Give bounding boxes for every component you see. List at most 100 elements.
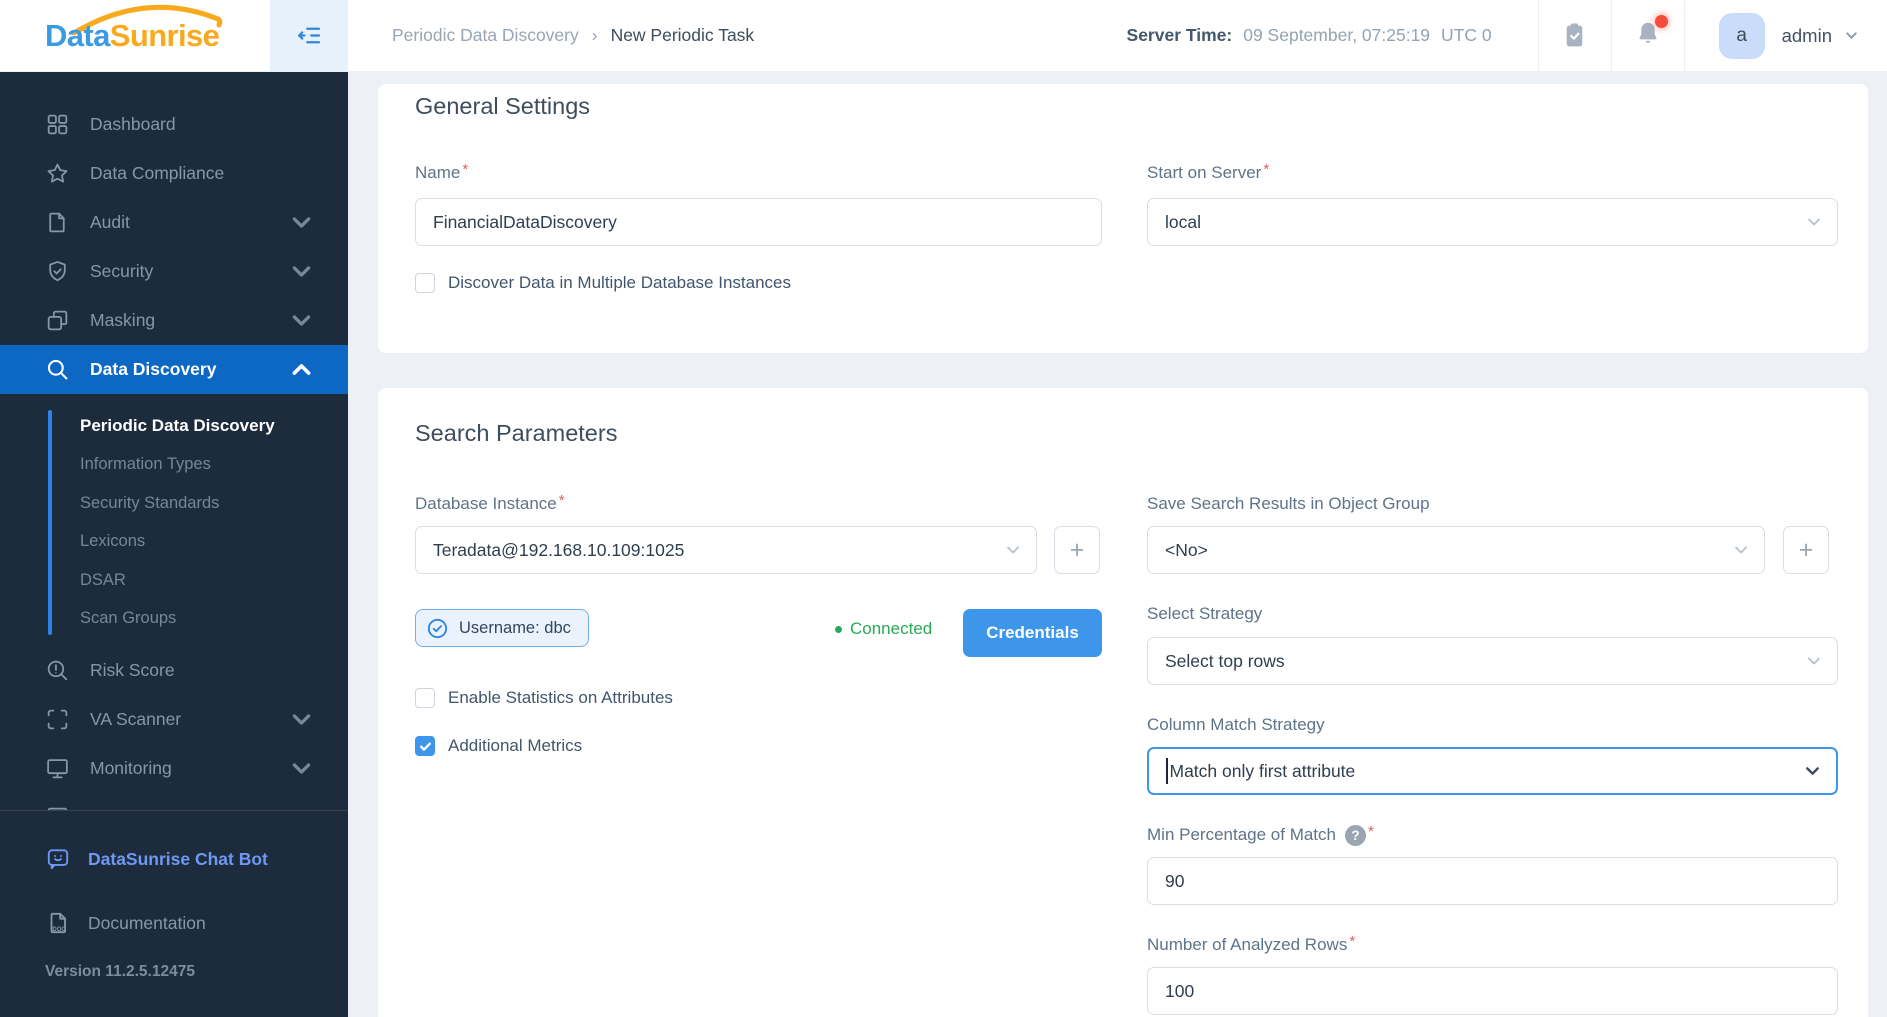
add-database-instance-button[interactable]: +: [1054, 526, 1100, 574]
chevron-down-icon: [1846, 32, 1857, 39]
enable-statistics-checkbox[interactable]: [415, 688, 435, 708]
submenu-item-information-types[interactable]: Information Types: [0, 446, 348, 485]
clipboard-check-icon: [1566, 23, 1583, 47]
username-chip[interactable]: Username: dbc: [415, 609, 589, 647]
chevron-down-icon: [292, 266, 311, 277]
chevron-down-icon: [1007, 546, 1019, 554]
submenu-item-dsar[interactable]: DSAR: [0, 561, 348, 600]
server-time: Server Time: 09 September, 07:25:19 UTC …: [1127, 25, 1492, 46]
user-name[interactable]: admin: [1782, 25, 1832, 47]
breadcrumb-parent[interactable]: Periodic Data Discovery: [392, 25, 579, 46]
sidebar-item-masking[interactable]: Masking: [0, 296, 348, 345]
sidebar-item-risk-score[interactable]: Risk Score: [0, 646, 348, 695]
sidebar-item-security[interactable]: Security: [0, 247, 348, 296]
min-percentage-input[interactable]: [1147, 857, 1838, 905]
credentials-button[interactable]: Credentials: [963, 609, 1102, 657]
sidebar-item-data-discovery[interactable]: Data Discovery: [0, 345, 348, 394]
name-label: Name: [415, 162, 468, 184]
database-instance-select[interactable]: Teradata@192.168.10.109:1025: [415, 526, 1037, 574]
discover-multiple-checkbox[interactable]: [415, 273, 435, 293]
add-object-group-button[interactable]: +: [1783, 526, 1829, 574]
select-strategy-select[interactable]: Select top rows: [1147, 637, 1838, 685]
chevron-down-icon: [1735, 546, 1747, 554]
search-icon: [47, 359, 68, 380]
help-icon[interactable]: ?: [1344, 824, 1366, 846]
collapse-sidebar-button[interactable]: [270, 0, 348, 72]
plus-icon: +: [1069, 535, 1085, 564]
chevron-down-icon: [292, 217, 311, 228]
chat-bot-label: DataSunrise Chat Bot: [88, 848, 268, 869]
start-on-server-select[interactable]: local: [1147, 198, 1838, 246]
chevron-down-icon: [1808, 657, 1820, 665]
chat-bot-link[interactable]: DataSunrise Chat Bot: [45, 839, 348, 879]
server-time-label: Server Time:: [1126, 25, 1233, 45]
discover-multiple-label: Discover Data in Multiple Database Insta…: [448, 273, 791, 292]
user-menu-chevron[interactable]: [1844, 28, 1859, 43]
required-marker: [559, 492, 565, 509]
breadcrumb-current: New Periodic Task: [610, 25, 755, 45]
star-icon: [47, 163, 68, 183]
documentation-link[interactable]: DOC Documentation: [45, 903, 348, 943]
sidebar-item-label: Dashboard: [90, 114, 176, 134]
min-percentage-label: Min Percentage of Match ?: [1147, 824, 1374, 846]
sidebar-item-data-compliance[interactable]: Data Compliance: [0, 149, 348, 198]
column-match-label: Column Match Strategy: [1147, 715, 1325, 734]
dashboard-icon: [47, 114, 68, 135]
name-input[interactable]: [415, 198, 1102, 246]
logo[interactable]: DataSunrise: [0, 0, 270, 72]
sidebar-footer: DataSunrise Chat Bot DOC Documentation V…: [0, 810, 348, 1017]
additional-metrics-checkbox-row[interactable]: Additional Metrics: [415, 736, 582, 756]
sidebar-item-dashboard[interactable]: Dashboard: [0, 100, 348, 149]
chevron-down-icon: [292, 315, 311, 326]
column-match-select[interactable]: Match only first attribute: [1147, 747, 1838, 795]
enable-statistics-checkbox-row[interactable]: Enable Statistics on Attributes: [415, 688, 673, 708]
chevron-down-icon: [1806, 767, 1819, 775]
enable-statistics-label: Enable Statistics on Attributes: [448, 688, 673, 707]
server-time-zone: UTC 0: [1441, 25, 1492, 45]
additional-metrics-checkbox[interactable]: [415, 736, 435, 756]
sidebar-item-label: Security: [90, 261, 154, 281]
sidebar-item-label: Monitoring: [90, 758, 172, 778]
sidebar-item-label: Audit: [90, 212, 130, 232]
avatar[interactable]: a: [1718, 12, 1765, 59]
logo-text: DataSunrise: [45, 17, 220, 53]
check-icon: [419, 741, 431, 751]
analyzed-rows-label: Number of Analyzed Rows: [1147, 934, 1355, 956]
check-circle-icon: [427, 618, 448, 638]
header-divider: [1683, 0, 1685, 72]
status-dot: [835, 625, 842, 633]
sidebar: Dashboard Data Compliance Audit Security…: [0, 72, 348, 1017]
sidebar-item-reporting[interactable]: Reporting: [0, 793, 348, 810]
sidebar-item-audit[interactable]: Audit: [0, 198, 348, 247]
sidebar-item-monitoring[interactable]: Monitoring: [0, 744, 348, 793]
submenu-item-scan-groups[interactable]: Scan Groups: [0, 600, 348, 639]
sidebar-item-label: Risk Score: [90, 660, 175, 680]
masking-icon: [47, 310, 68, 331]
documentation-label: Documentation: [88, 912, 206, 933]
analyzed-rows-input[interactable]: [1147, 967, 1838, 1015]
discover-multiple-checkbox-row[interactable]: Discover Data in Multiple Database Insta…: [415, 273, 791, 293]
sidebar-item-label: Masking: [90, 310, 156, 330]
sidebar-menu: Dashboard Data Compliance Audit Security…: [0, 72, 348, 810]
shield-check-icon: [49, 261, 66, 282]
required-marker: [1263, 161, 1269, 178]
select-strategy-label: Select Strategy: [1147, 604, 1263, 623]
search-parameters-title: Search Parameters: [415, 420, 618, 446]
tasks-button[interactable]: [1539, 0, 1611, 72]
header: DataSunrise Periodic Data Discovery › Ne…: [0, 0, 1887, 72]
sidebar-item-label: VA Scanner: [90, 709, 182, 729]
save-results-select[interactable]: <No>: [1147, 526, 1765, 574]
notifications-button[interactable]: [1612, 0, 1684, 72]
breadcrumb-separator: ›: [591, 25, 598, 45]
database-instance-label: Database Instance: [415, 493, 565, 515]
submenu-item-security-standards[interactable]: Security Standards: [0, 484, 348, 523]
submenu-item-lexicons[interactable]: Lexicons: [0, 523, 348, 562]
svg-text:DOC: DOC: [52, 927, 66, 933]
search-parameters-card: Search Parameters Database Instance Tera…: [378, 388, 1868, 1017]
submenu-item-periodic-data-discovery[interactable]: Periodic Data Discovery: [0, 407, 348, 446]
required-marker: [462, 161, 468, 178]
breadcrumb: Periodic Data Discovery › New Periodic T…: [392, 25, 754, 46]
notification-badge: [1654, 14, 1668, 28]
header-right: Server Time: 09 September, 07:25:19 UTC …: [1127, 0, 1887, 72]
sidebar-item-va-scanner[interactable]: VA Scanner: [0, 695, 348, 744]
